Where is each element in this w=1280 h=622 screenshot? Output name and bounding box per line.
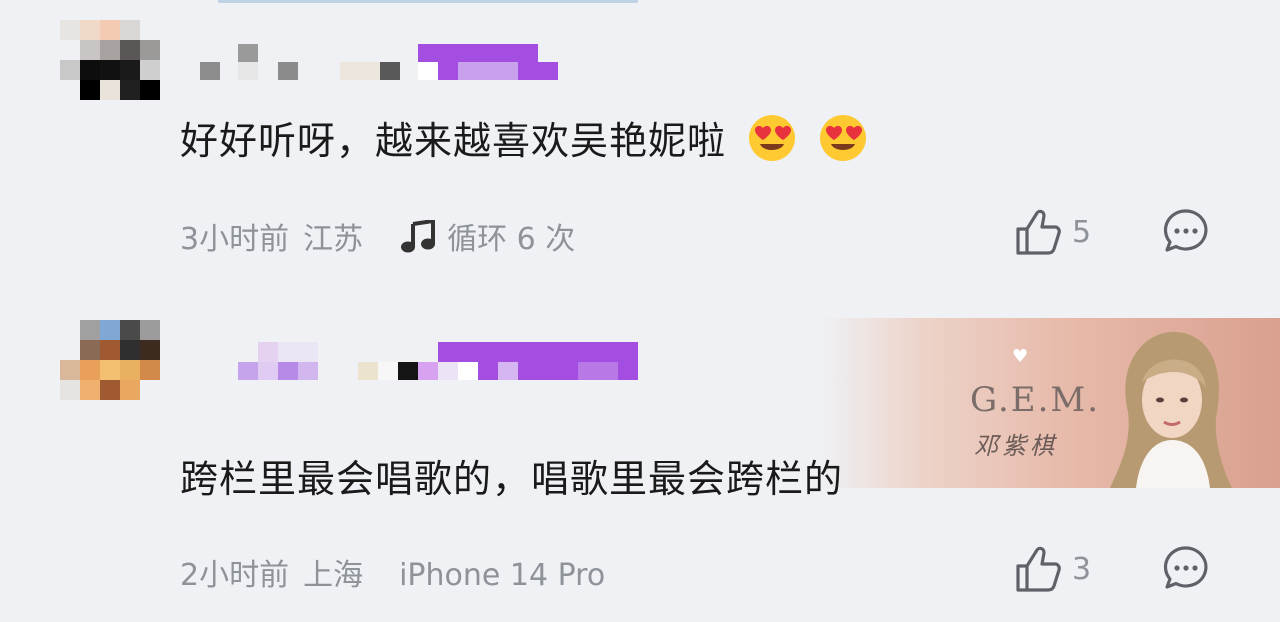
like-button[interactable]: 5 — [1012, 207, 1091, 257]
heart-eyes-emoji — [749, 115, 796, 161]
comment-item: 好好听呀，越来越喜欢吴艳妮啦 3小时前 江苏 循环 6 次 5 — [0, 18, 1280, 288]
username-mosaic[interactable] — [180, 340, 650, 380]
comment-meta: 2小时前 上海 iPhone 14 Pro — [180, 550, 605, 594]
thumbs-up-icon — [1016, 209, 1061, 255]
thumbs-up-icon — [1016, 546, 1061, 592]
comment-text-content: 好好听呀，越来越喜欢吴艳妮啦 — [180, 119, 727, 163]
like-count: 5 — [1072, 214, 1092, 250]
banner-artist-name: 邓紫棋 — [974, 432, 1058, 460]
banner-logo: G.E.M. — [970, 380, 1101, 420]
comment-text: 跨栏里最会唱歌的，唱歌里最会跨栏的 — [180, 448, 843, 503]
loop-count: 循环 6 次 — [447, 222, 576, 257]
comment-bubble-icon[interactable] — [1162, 544, 1210, 592]
like-button[interactable]: 3 — [1012, 544, 1091, 594]
comment-bubble-icon[interactable] — [1162, 207, 1210, 255]
device-name: iPhone 14 Pro — [399, 558, 606, 593]
username-mosaic[interactable] — [180, 40, 650, 80]
music-note-icon — [401, 220, 436, 253]
heart-eyes-emoji — [820, 115, 867, 161]
comment-text: 好好听呀，越来越喜欢吴艳妮啦 — [180, 110, 868, 165]
previous-item-edge — [218, 0, 638, 3]
heart-icon: ♥ — [1012, 346, 1029, 367]
like-count: 3 — [1072, 551, 1092, 587]
comment-text-content: 跨栏里最会唱歌的，唱歌里最会跨栏的 — [180, 457, 844, 501]
avatar[interactable] — [60, 320, 160, 400]
comment-location: 江苏 — [303, 222, 364, 257]
artist-banner[interactable]: ♥ G.E.M. 邓紫棋 — [820, 318, 1280, 488]
comment-meta: 3小时前 江苏 循环 6 次 — [180, 214, 575, 258]
comment-location: 上海 — [303, 558, 364, 593]
comment-item: ♥ G.E.M. 邓紫棋 跨栏里最会唱歌的，唱歌里最会跨栏的 2小时前 上海 i… — [0, 318, 1280, 622]
comment-time: 2小时前 — [180, 558, 290, 593]
avatar[interactable] — [60, 20, 160, 100]
comment-time: 3小时前 — [180, 222, 290, 257]
artist-portrait — [1110, 331, 1232, 488]
